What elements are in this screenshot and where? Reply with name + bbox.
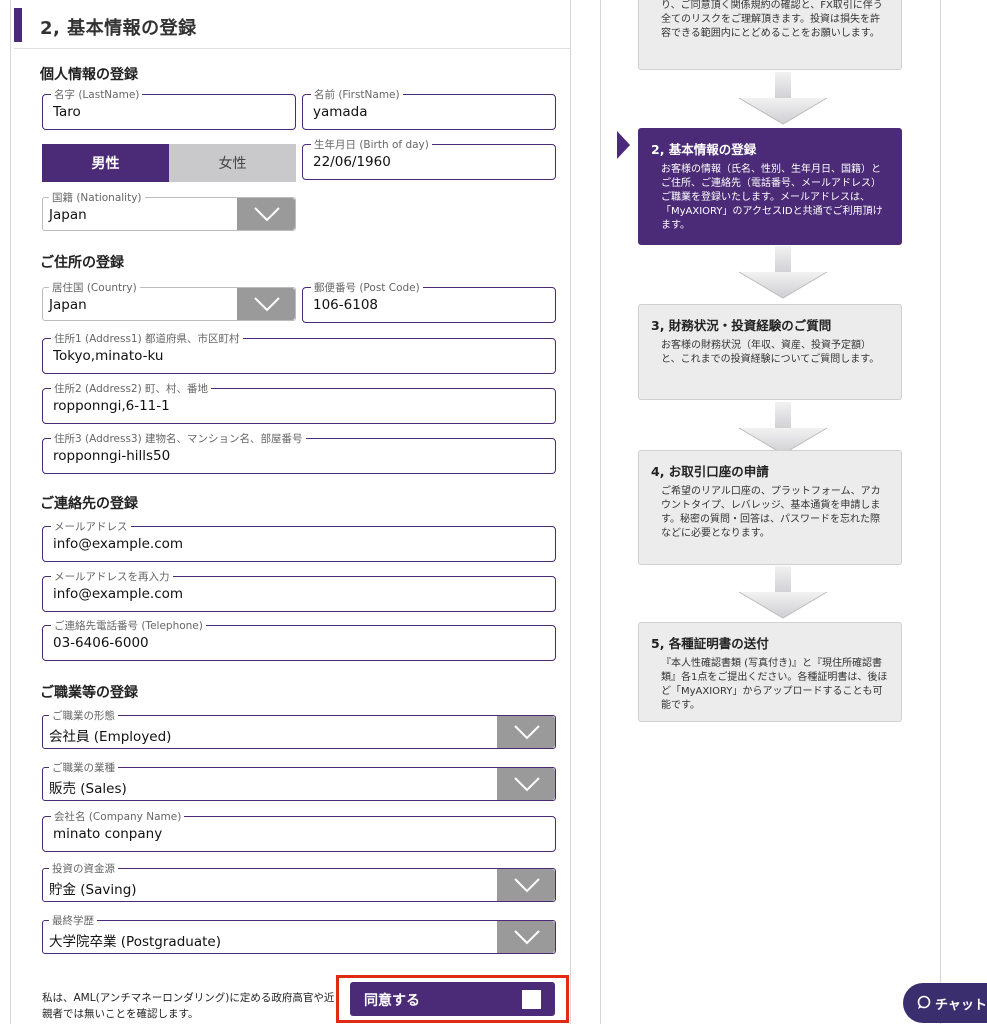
postcode-label: 郵便番号 (Post Code) bbox=[311, 280, 423, 295]
address2-field[interactable]: 住所2 (Address2) 町、村、番地 ropponngi,6-11-1 bbox=[42, 381, 556, 424]
address2-value: ropponngi,6-11-1 bbox=[53, 398, 170, 414]
step-4-title: 4, お取引口座の申請 bbox=[651, 464, 769, 479]
first-name-label: 名前 (FirstName) bbox=[311, 87, 403, 102]
chevron-down-icon[interactable] bbox=[237, 198, 295, 230]
step-5-card: 5, 各種証明書の送付 『本人性確認書類 (写真付き)』と『現住所確認書類』各1… bbox=[638, 622, 902, 722]
funds-value: 貯金 (Saving) bbox=[49, 882, 137, 898]
gender-female-button[interactable]: 女性 bbox=[169, 144, 296, 182]
step-3-card: 3, 財務状況・投資経験のご質問 お客様の財務状況（年収、資産、投資予定額）と、… bbox=[638, 304, 902, 400]
column-divider-left bbox=[600, 0, 601, 1024]
company-label: 会社名 (Company Name) bbox=[51, 809, 185, 824]
step-3-title: 3, 財務状況・投資経験のご質問 bbox=[651, 318, 832, 333]
email-confirm-label: メールアドレスを再入力 bbox=[51, 569, 173, 584]
step-1-desc: り、ご同意頂く関係規約の確認と、FX取引に伴う全てのリスクをご理解頂きます。投資… bbox=[661, 0, 883, 39]
last-name-value: Taro bbox=[53, 104, 81, 120]
email-confirm-field[interactable]: メールアドレスを再入力 info@example.com bbox=[42, 569, 556, 612]
address3-label: 住所3 (Address3) 建物名、マンション名、部屋番号 bbox=[51, 431, 306, 446]
postcode-value: 106-6108 bbox=[313, 297, 378, 313]
chevron-down-icon[interactable] bbox=[497, 869, 555, 901]
chevron-down-icon[interactable] bbox=[497, 716, 555, 748]
agree-checkbox[interactable] bbox=[522, 990, 541, 1009]
email-value: info@example.com bbox=[53, 536, 184, 552]
chat-label: チャット bbox=[935, 998, 987, 1013]
address3-value: ropponngi-hills50 bbox=[53, 448, 171, 464]
aml-statement: 私は、AML(アンチマネーロンダリング)に定める政府高官や近親者では無いことを確… bbox=[42, 992, 335, 1020]
chevron-down-icon[interactable] bbox=[237, 288, 295, 320]
section-accent-bar bbox=[14, 8, 22, 42]
address1-value: Tokyo,minato-ku bbox=[53, 348, 164, 364]
company-field[interactable]: 会社名 (Company Name) minato conpany bbox=[42, 809, 556, 852]
address1-label: 住所1 (Address1) 都道府県、市区町村 bbox=[51, 331, 243, 346]
current-step-pointer bbox=[617, 131, 630, 159]
step-3-desc: お客様の財務状況（年収、資産、投資予定額）と、これまでの投資経験についてご質問し… bbox=[661, 340, 880, 365]
last-name-field[interactable]: 名字 (LastName) Taro bbox=[42, 87, 296, 130]
gender-toggle[interactable]: 男性 女性 bbox=[42, 144, 296, 182]
address2-label: 住所2 (Address2) 町、村、番地 bbox=[51, 381, 212, 396]
telephone-label: ご連絡先電話番号 (Telephone) bbox=[51, 618, 206, 633]
telephone-value: 03-6406-6000 bbox=[53, 635, 149, 651]
step-2-desc: お客様の情報（氏名、性別、生年月日、国籍）とご住所、ご連絡先（電話番号、メールア… bbox=[661, 164, 883, 231]
email-confirm-value: info@example.com bbox=[53, 586, 184, 602]
chevron-down-icon[interactable] bbox=[497, 921, 555, 953]
funds-label: 投資の資金源 bbox=[49, 861, 118, 876]
step-5-desc: 『本人性確認書類 (写真付き)』と『現住所確認書類』各1点をご提出ください。各種… bbox=[661, 658, 888, 711]
personal-heading: 個人情報の登録 bbox=[40, 67, 138, 83]
industry-label: ご職業の業種 bbox=[49, 760, 118, 775]
step-arrow-icon bbox=[738, 402, 828, 455]
postcode-field[interactable]: 郵便番号 (Post Code) 106-6108 bbox=[302, 280, 556, 323]
section-title: 2, 基本情報の登録 bbox=[40, 18, 197, 39]
step-4-card: 4, お取引口座の申請 ご希望のリアル口座の、プラットフォーム、アカウントタイプ… bbox=[638, 450, 902, 565]
country-value: Japan bbox=[49, 297, 87, 313]
step-1-card: り、ご同意頂く関係規約の確認と、FX取引に伴う全てのリスクをご理解頂きます。投資… bbox=[638, 0, 902, 70]
address1-field[interactable]: 住所1 (Address1) 都道府県、市区町村 Tokyo,minato-ku bbox=[42, 331, 556, 374]
funds-select[interactable]: 投資の資金源 貯金 (Saving) bbox=[42, 861, 556, 902]
section-divider bbox=[14, 48, 570, 49]
contact-heading: ご連絡先の登録 bbox=[40, 496, 138, 512]
chat-bubble-icon bbox=[917, 995, 931, 1009]
email-label: メールアドレス bbox=[51, 519, 131, 534]
nationality-select[interactable]: 国籍 (Nationality) Japan bbox=[42, 190, 296, 231]
birthday-field[interactable]: 生年月日 (Birth of day) 22/06/1960 bbox=[302, 137, 556, 180]
nationality-value: Japan bbox=[49, 207, 87, 223]
step-arrow-icon bbox=[738, 72, 828, 125]
step-arrow-icon bbox=[738, 566, 828, 619]
company-value: minato conpany bbox=[53, 826, 163, 842]
chevron-down-icon[interactable] bbox=[497, 768, 555, 800]
first-name-value: yamada bbox=[313, 104, 368, 120]
column-divider-right bbox=[940, 0, 941, 1024]
step-2-title: 2, 基本情報の登録 bbox=[651, 142, 757, 157]
first-name-field[interactable]: 名前 (FirstName) yamada bbox=[302, 87, 556, 130]
education-value: 大学院卒業 (Postgraduate) bbox=[49, 934, 221, 950]
step-2-card: 2, 基本情報の登録 お客様の情報（氏名、性別、生年月日、国籍）とご住所、ご連絡… bbox=[638, 128, 902, 245]
country-label: 居住国 (Country) bbox=[49, 280, 140, 295]
address3-field[interactable]: 住所3 (Address3) 建物名、マンション名、部屋番号 ropponngi… bbox=[42, 431, 556, 474]
step-5-title: 5, 各種証明書の送付 bbox=[651, 636, 769, 651]
occupation-heading: ご職業等の登録 bbox=[40, 685, 138, 701]
step-arrow-icon bbox=[738, 246, 828, 299]
nationality-label: 国籍 (Nationality) bbox=[49, 190, 145, 205]
education-select[interactable]: 最終学歴 大学院卒業 (Postgraduate) bbox=[42, 913, 556, 954]
address-heading: ご住所の登録 bbox=[40, 255, 124, 271]
birthday-value: 22/06/1960 bbox=[313, 154, 391, 170]
telephone-field[interactable]: ご連絡先電話番号 (Telephone) 03-6406-6000 bbox=[42, 618, 556, 661]
last-name-label: 名字 (LastName) bbox=[51, 87, 143, 102]
agree-checkbox-button[interactable]: 同意する bbox=[350, 982, 555, 1016]
industry-value: 販売 (Sales) bbox=[49, 781, 127, 797]
chat-button[interactable]: チャット bbox=[903, 983, 987, 1023]
education-label: 最終学歴 bbox=[49, 913, 97, 928]
gender-male-button[interactable]: 男性 bbox=[42, 144, 169, 182]
industry-select[interactable]: ご職業の業種 販売 (Sales) bbox=[42, 760, 556, 801]
employment-value: 会社員 (Employed) bbox=[49, 729, 172, 745]
agree-label: 同意する bbox=[364, 993, 420, 1009]
employment-label: ご職業の形態 bbox=[49, 708, 118, 723]
country-select[interactable]: 居住国 (Country) Japan bbox=[42, 280, 296, 321]
step-4-desc: ご希望のリアル口座の、プラットフォーム、アカウントタイプ、レバレッジ、基本通貨を… bbox=[661, 486, 881, 539]
email-field[interactable]: メールアドレス info@example.com bbox=[42, 519, 556, 562]
employment-select[interactable]: ご職業の形態 会社員 (Employed) bbox=[42, 708, 556, 749]
birthday-label: 生年月日 (Birth of day) bbox=[311, 137, 432, 152]
